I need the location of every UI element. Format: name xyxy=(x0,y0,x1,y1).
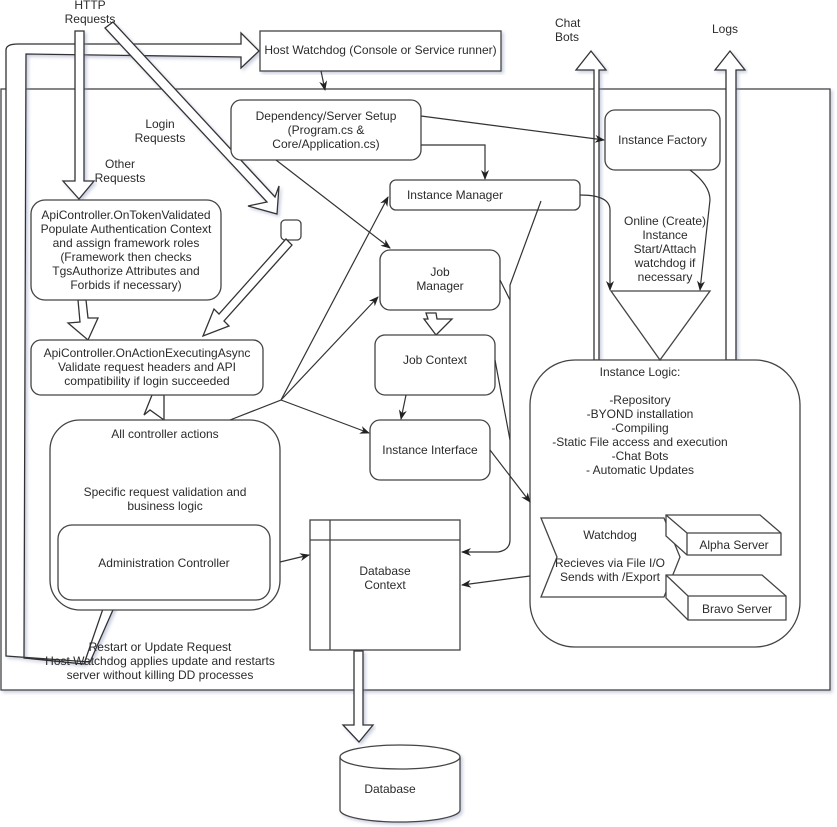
instance-manager-label: Instance Manager xyxy=(406,188,504,202)
watchdog-label: Watchdog Recieves via File I/O Sends wit… xyxy=(554,528,666,584)
on-action-executing-label: ApiController.OnActionExecutingAsync Val… xyxy=(43,346,251,388)
instance-logic-label: Instance Logic: -Repository -BYOND insta… xyxy=(552,365,728,477)
alpha-server-label: Alpha Server xyxy=(699,538,769,552)
bravo-server-label: Bravo Server xyxy=(701,602,773,616)
specific-validation-label: Specific request validation and business… xyxy=(83,485,247,513)
login-junction xyxy=(280,219,302,241)
all-controller-actions-label: All controller actions xyxy=(111,427,219,441)
chat-bots-label: Chat Bots xyxy=(555,16,581,44)
dependency-setup-label: Dependency/Server Setup (Program.cs & Co… xyxy=(255,109,397,151)
database-label: Database xyxy=(364,782,416,796)
online-create-label: Online (Create) Instance Start/Attach wa… xyxy=(623,214,707,284)
logs-label: Logs xyxy=(711,22,739,36)
job-context-label: Job Context xyxy=(402,353,468,367)
login-requests-label: Login Requests xyxy=(134,117,186,145)
host-watchdog-label: Host Watchdog (Console or Service runner… xyxy=(264,43,497,57)
instance-factory-label: Instance Factory xyxy=(618,133,707,147)
restart-update-label: Restart or Update Request Host Watchdog … xyxy=(45,640,275,682)
http-requests-label: HTTP Requests xyxy=(64,0,116,26)
instance-interface-label: Instance Interface xyxy=(382,443,478,457)
administration-controller-label: Administration Controller xyxy=(98,556,230,570)
other-requests-label: Other Requests xyxy=(94,157,146,185)
on-token-validated-label: ApiController.OnTokenValidated Populate … xyxy=(40,208,212,292)
job-manager-label: Job Manager xyxy=(416,265,464,293)
database-context-label: Database Context xyxy=(359,564,411,592)
